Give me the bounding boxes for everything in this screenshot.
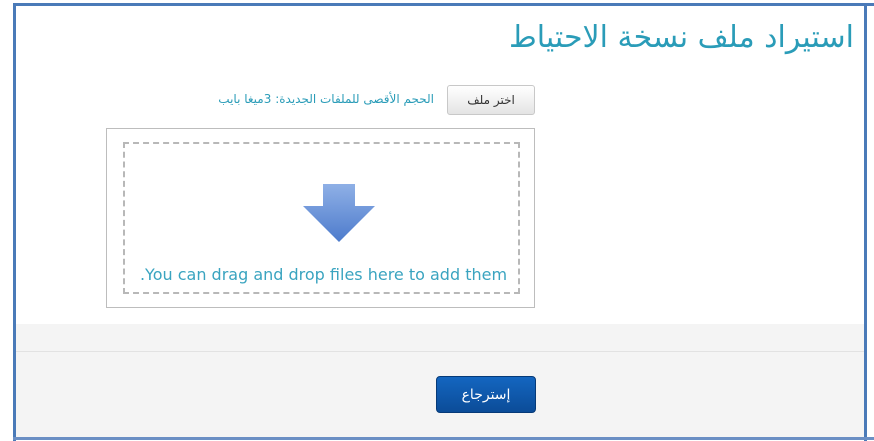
window-border-right (864, 3, 867, 441)
page-title: استيراد ملف نسخة الاحتياط (508, 20, 854, 55)
file-drop-zone[interactable]: You can drag and drop files here to add … (106, 128, 535, 308)
restore-button[interactable]: إسترجاع (436, 376, 536, 413)
drop-zone-instruction: You can drag and drop files here to add … (139, 265, 508, 284)
drop-zone-dashed-area[interactable]: You can drag and drop files here to add … (123, 142, 520, 294)
window-border-bottom (13, 437, 874, 440)
max-file-size-label: الحجم الأقصى للملفات الجديدة: 3ميغا بايب (218, 92, 434, 106)
app-window: استيراد ملف نسخة الاحتياط اختر ملف الحجم… (0, 0, 874, 441)
window-border-top (13, 3, 874, 6)
footer-divider (16, 351, 864, 352)
arrow-down-icon (303, 184, 375, 242)
choose-file-button[interactable]: اختر ملف (447, 85, 535, 115)
